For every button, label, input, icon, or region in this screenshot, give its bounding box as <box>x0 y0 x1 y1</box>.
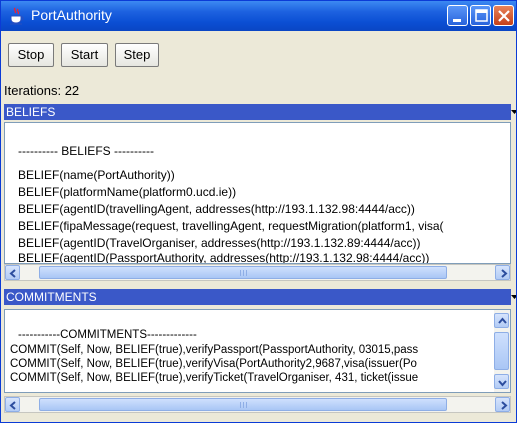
commitments-line: -----------COMMITMENTS------------- <box>18 329 197 341</box>
scroll-thumb[interactable] <box>39 266 447 279</box>
app-window: PortAuthority Stop Start Step Iterations… <box>0 0 517 423</box>
commitments-dropdown-arrow[interactable] <box>511 289 516 305</box>
arrow-right-icon <box>501 401 508 410</box>
arrow-down-icon <box>498 380 507 387</box>
beliefs-header[interactable]: BELIEFS <box>4 104 511 120</box>
chevron-down-icon <box>511 295 516 299</box>
beliefs-line: BELIEF(agentID(TravelOrganiser, addresse… <box>18 236 421 250</box>
arrow-left-icon <box>9 401 16 410</box>
arrow-left-icon <box>9 269 16 278</box>
minimize-icon <box>453 19 461 22</box>
beliefs-horizontal-scrollbar[interactable] <box>4 264 511 281</box>
beliefs-line: BELIEF(platformName(platform0.ucd.ie)) <box>18 185 237 199</box>
close-button[interactable] <box>493 5 514 26</box>
minimize-button[interactable] <box>447 5 468 26</box>
iterations-label: Iterations: 22 <box>4 83 80 98</box>
arrow-up-icon <box>498 317 507 324</box>
beliefs-text-area[interactable]: ---------- BELIEFS ---------- BELIEF(nam… <box>4 122 511 264</box>
commitments-text-area[interactable]: -----------COMMITMENTS------------- COMM… <box>4 309 511 393</box>
scroll-right-button[interactable] <box>495 397 510 412</box>
beliefs-line: ---------- BELIEFS ---------- <box>18 144 154 158</box>
maximize-icon <box>475 9 488 22</box>
beliefs-line: BELIEF(fipaMessage(request, travellingAg… <box>18 219 444 233</box>
window-title: PortAuthority <box>31 7 112 23</box>
commitments-vertical-scrollbar[interactable] <box>494 310 510 392</box>
java-cup-icon <box>8 7 25 25</box>
commitments-line: COMMIT(Self, Now, BELIEF(true),verifyTic… <box>10 372 419 384</box>
scroll-down-button[interactable] <box>494 374 509 389</box>
step-button[interactable]: Step <box>115 43 159 67</box>
scroll-thumb[interactable] <box>39 398 447 411</box>
scroll-left-button[interactable] <box>5 265 20 280</box>
scroll-up-button[interactable] <box>494 313 509 328</box>
beliefs-line: BELIEF(agentID(PassportAuthority, addres… <box>18 251 430 264</box>
start-button[interactable]: Start <box>61 43 108 67</box>
commitments-header[interactable]: COMMITMENTS <box>4 289 511 305</box>
commitments-line: COMMIT(Self, Now, BELIEF(true),verifyPas… <box>10 344 419 356</box>
scroll-right-button[interactable] <box>495 265 510 280</box>
maximize-button[interactable] <box>470 5 491 26</box>
arrow-right-icon <box>501 269 508 278</box>
chevron-down-icon <box>511 110 516 114</box>
toolbar: Stop Start Step <box>1 31 516 76</box>
stop-button[interactable]: Stop <box>8 43 54 67</box>
commitments-line: COMMIT(Self, Now, BELIEF(true),verifyVis… <box>10 358 417 370</box>
beliefs-line: BELIEF(name(PortAuthority)) <box>18 168 175 182</box>
title-bar[interactable]: PortAuthority <box>1 1 516 31</box>
vertical-scroll-thumb[interactable] <box>494 332 509 370</box>
scroll-left-button[interactable] <box>5 397 20 412</box>
close-icon <box>498 10 510 22</box>
beliefs-line: BELIEF(agentID(travellingAgent, addresse… <box>18 202 415 216</box>
commitments-horizontal-scrollbar[interactable] <box>4 396 511 413</box>
beliefs-dropdown-arrow[interactable] <box>511 104 516 120</box>
